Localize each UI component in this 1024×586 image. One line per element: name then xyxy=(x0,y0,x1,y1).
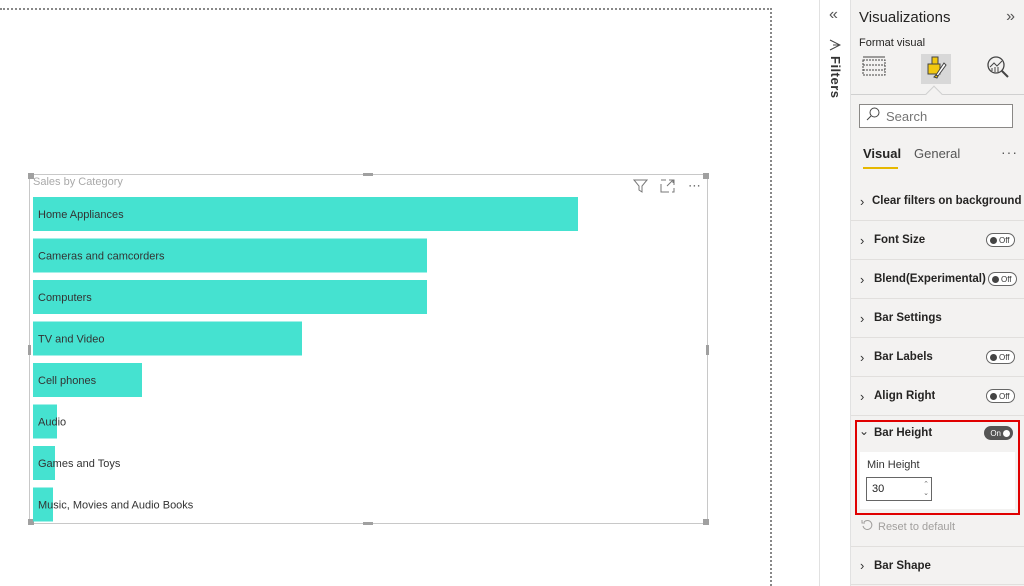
section-bar-labels[interactable]: › Bar Labels Off xyxy=(851,338,1024,377)
bar-label: Cell phones xyxy=(38,375,97,387)
page-border xyxy=(0,8,772,10)
active-subtab-underline xyxy=(863,167,898,169)
section-clear-filters[interactable]: › Clear filters on background click xyxy=(851,182,1024,221)
chevron-right-icon: › xyxy=(860,193,865,209)
section-label: Align Right xyxy=(874,390,936,402)
bar-label: Audio xyxy=(38,417,66,429)
chevron-right-icon: › xyxy=(860,271,865,287)
toggle-knob xyxy=(990,392,997,400)
font-size-toggle[interactable]: Off xyxy=(986,233,1015,247)
toggle-knob xyxy=(990,236,997,244)
search-box[interactable] xyxy=(859,104,1013,128)
bars-area: Home Appliances Cameras and camcorders Com… xyxy=(33,197,578,522)
toggle-state: Off xyxy=(999,235,1010,245)
paintbrush-icon xyxy=(925,55,947,84)
analytics-tab[interactable] xyxy=(983,54,1013,84)
section-label: Bar Labels xyxy=(874,351,933,363)
reset-label: Reset to default xyxy=(878,520,956,533)
blend-toggle[interactable]: Off xyxy=(988,272,1017,286)
report-canvas: Sales by Category ⋯ Home Appliances Camer… xyxy=(0,0,772,586)
chevron-right-icon: › xyxy=(860,388,865,404)
more-options-icon[interactable]: ··· xyxy=(1001,144,1018,160)
filters-pane: « Filters xyxy=(819,0,851,586)
section-bar-settings[interactable]: › Bar Settings xyxy=(851,299,1024,338)
section-bar-shape[interactable]: › Bar Shape xyxy=(851,546,1024,585)
filter-icon xyxy=(829,38,842,56)
expand-pane-icon[interactable]: » xyxy=(1006,8,1015,26)
analytics-magnifier-icon xyxy=(986,55,1010,84)
page-border xyxy=(770,8,772,586)
table-grid-icon xyxy=(862,56,886,83)
collapse-filters-icon[interactable]: « xyxy=(829,6,838,24)
section-label: Font Size xyxy=(874,234,926,246)
toggle-state: Off xyxy=(999,352,1010,362)
pane-title: Visualizations xyxy=(859,9,951,26)
section-label: Bar Shape xyxy=(874,559,931,572)
format-visual-label: Format visual xyxy=(859,37,926,49)
bar-label: Cameras and camcorders xyxy=(38,251,165,263)
toggle-knob xyxy=(992,275,999,283)
toggle-state: Off xyxy=(999,391,1010,401)
format-visual-tab[interactable] xyxy=(921,54,951,84)
section-align-right[interactable]: › Align Right Off xyxy=(851,377,1024,416)
chevron-right-icon: › xyxy=(860,232,865,248)
align-right-toggle[interactable]: Off xyxy=(986,389,1015,403)
bar-label: Music, Movies and Audio Books xyxy=(38,500,194,512)
toggle-state: Off xyxy=(1001,274,1012,284)
section-label: Clear filters on background click xyxy=(871,195,1024,207)
bar[interactable] xyxy=(33,280,427,314)
bar-label: Games and Toys xyxy=(38,458,121,470)
reset-to-default-button[interactable]: Reset to default xyxy=(861,519,955,534)
section-font-size[interactable]: › Font Size Off xyxy=(851,221,1024,260)
build-visual-tab[interactable] xyxy=(859,54,889,84)
filters-label[interactable]: Filters xyxy=(828,56,843,99)
search-input[interactable] xyxy=(886,108,1006,124)
subtab-visual[interactable]: Visual xyxy=(863,146,901,161)
bar-label: Home Appliances xyxy=(38,209,124,221)
bar-label: Computers xyxy=(38,292,92,304)
bar-labels-toggle[interactable]: Off xyxy=(986,350,1015,364)
reset-icon xyxy=(861,519,873,534)
section-label: Blend(Experimental) xyxy=(874,273,986,285)
chevron-right-icon: › xyxy=(860,558,865,573)
bar-label: TV and Video xyxy=(38,334,104,346)
highlight-box xyxy=(855,420,1020,515)
toggle-knob xyxy=(990,353,997,361)
chevron-right-icon: › xyxy=(860,349,865,365)
chevron-right-icon: › xyxy=(860,310,865,326)
section-label: Bar Settings xyxy=(874,312,942,324)
bar-chart-visual[interactable]: Sales by Category ⋯ Home Appliances Camer… xyxy=(28,173,709,525)
section-blend[interactable]: › Blend(Experimental) Off xyxy=(851,260,1024,299)
search-icon xyxy=(866,107,880,126)
subtab-general[interactable]: General xyxy=(914,146,960,161)
